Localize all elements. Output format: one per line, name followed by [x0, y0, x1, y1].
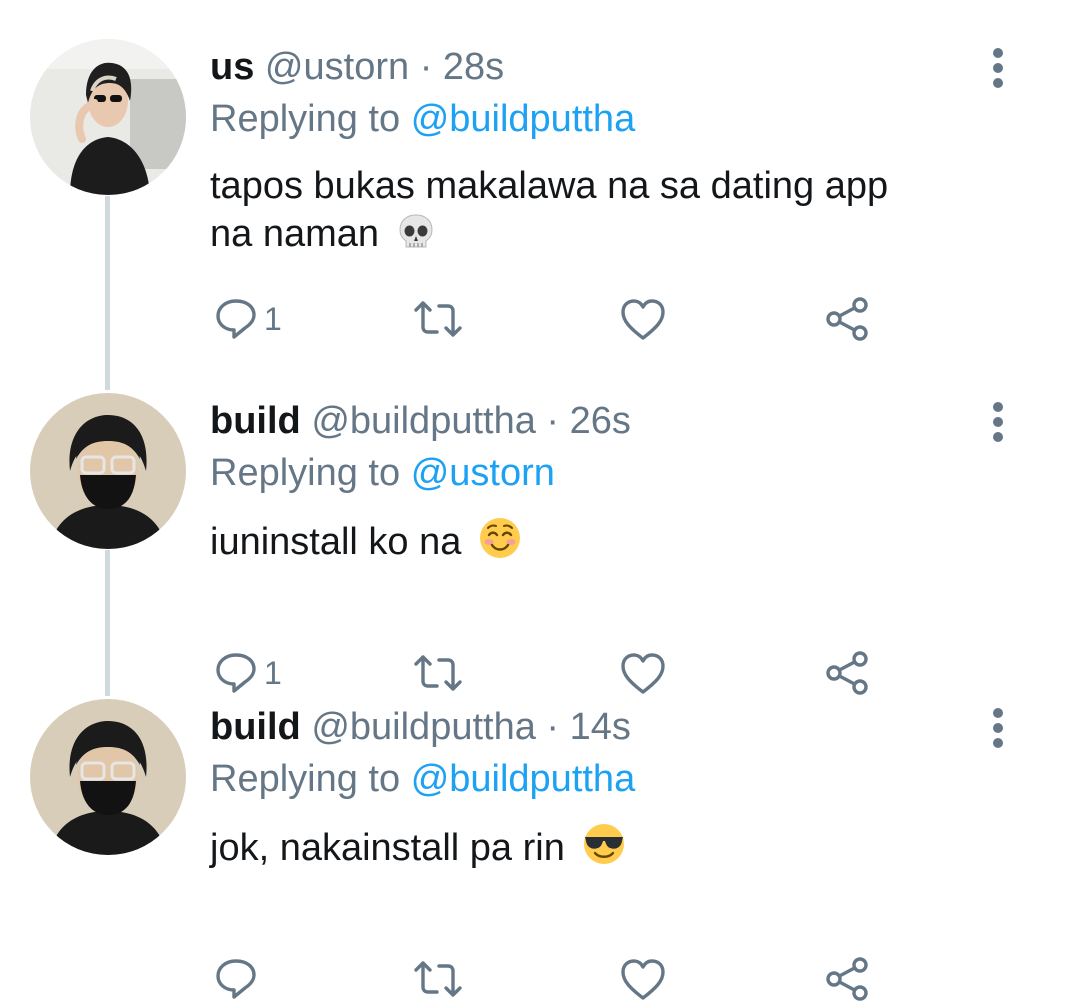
timestamp[interactable]: 14s: [570, 706, 631, 748]
replying-to-label: Replying to: [210, 758, 401, 800]
tweet[interactable]: build @buildputtha · 26s Replying to @us…: [0, 354, 1080, 695]
tweet-text-line: iuninstall ko na: [210, 521, 462, 563]
user-handle[interactable]: @buildputtha: [311, 400, 536, 442]
share-button[interactable]: [825, 294, 869, 344]
user-handle[interactable]: @ustorn: [265, 46, 409, 88]
like-button[interactable]: [620, 954, 666, 1004]
tweet[interactable]: build @buildputtha · 14s Replying to @bu…: [0, 660, 1080, 1001]
reply-button[interactable]: [214, 954, 264, 1004]
smiling-face-emoji: [478, 516, 522, 572]
separator: ·: [546, 400, 560, 442]
retweet-icon: [414, 301, 462, 337]
tweet-text-line: tapos bukas makalawa na sa dating app: [210, 165, 889, 207]
replying-to: Replying to @buildputtha: [210, 756, 635, 802]
reply-icon: [216, 959, 256, 999]
more-vertical-icon[interactable]: [980, 706, 1016, 750]
user-handle[interactable]: @buildputtha: [311, 706, 536, 748]
retweet-button[interactable]: [410, 954, 466, 1004]
tweet-header: build @buildputtha · 14s: [210, 704, 631, 750]
tweet-actions: [210, 954, 910, 1004]
tweet-text: tapos bukas makalawa na sa dating app na…: [210, 162, 1010, 264]
share-icon: [826, 297, 868, 341]
replying-to: Replying to @buildputtha: [210, 96, 635, 142]
retweet-icon: [414, 961, 462, 997]
replying-to-handle[interactable]: @buildputtha: [411, 758, 636, 800]
tweet-text: jok, nakainstall pa rin: [210, 822, 1010, 878]
retweet-button[interactable]: [410, 294, 466, 344]
replying-to-label: Replying to: [210, 452, 401, 494]
more-vertical-icon[interactable]: [980, 400, 1016, 444]
more-vertical-icon[interactable]: [980, 46, 1016, 90]
share-button[interactable]: [825, 954, 869, 1004]
replying-to-label: Replying to: [210, 98, 401, 140]
reply-thread: us @ustorn · 28s Replying to @buildputth…: [0, 0, 1080, 1001]
tweet-header: build @buildputtha · 26s: [210, 398, 631, 444]
separator: ·: [546, 706, 560, 748]
display-name[interactable]: us: [210, 46, 254, 88]
avatar[interactable]: [30, 699, 186, 855]
share-icon: [826, 957, 868, 1001]
replying-to: Replying to @ustorn: [210, 450, 555, 496]
replying-to-handle[interactable]: @buildputtha: [411, 98, 636, 140]
like-button[interactable]: [620, 294, 666, 344]
tweet-text: iuninstall ko na: [210, 516, 1010, 572]
reply-icon: [216, 299, 256, 339]
sunglasses-emoji: [581, 822, 627, 878]
separator: ·: [419, 46, 433, 88]
display-name[interactable]: build: [210, 400, 301, 442]
display-name[interactable]: build: [210, 706, 301, 748]
timestamp[interactable]: 28s: [443, 46, 504, 88]
tweet-text-line: jok, nakainstall pa rin: [210, 827, 565, 869]
heart-icon: [621, 959, 665, 1000]
reply-button[interactable]: 1: [214, 294, 282, 344]
heart-icon: [621, 299, 665, 340]
tweet-text-line: na naman: [210, 213, 380, 255]
avatar[interactable]: [30, 393, 186, 549]
reply-count: 1: [264, 300, 282, 337]
tweet[interactable]: us @ustorn · 28s Replying to @buildputth…: [0, 0, 1080, 341]
timestamp[interactable]: 26s: [570, 400, 631, 442]
tweet-actions: 1: [210, 294, 910, 344]
replying-to-handle[interactable]: @ustorn: [411, 452, 555, 494]
tweet-header: us @ustorn · 28s: [210, 44, 504, 90]
avatar[interactable]: [30, 39, 186, 195]
skull-emoji: [396, 212, 436, 264]
